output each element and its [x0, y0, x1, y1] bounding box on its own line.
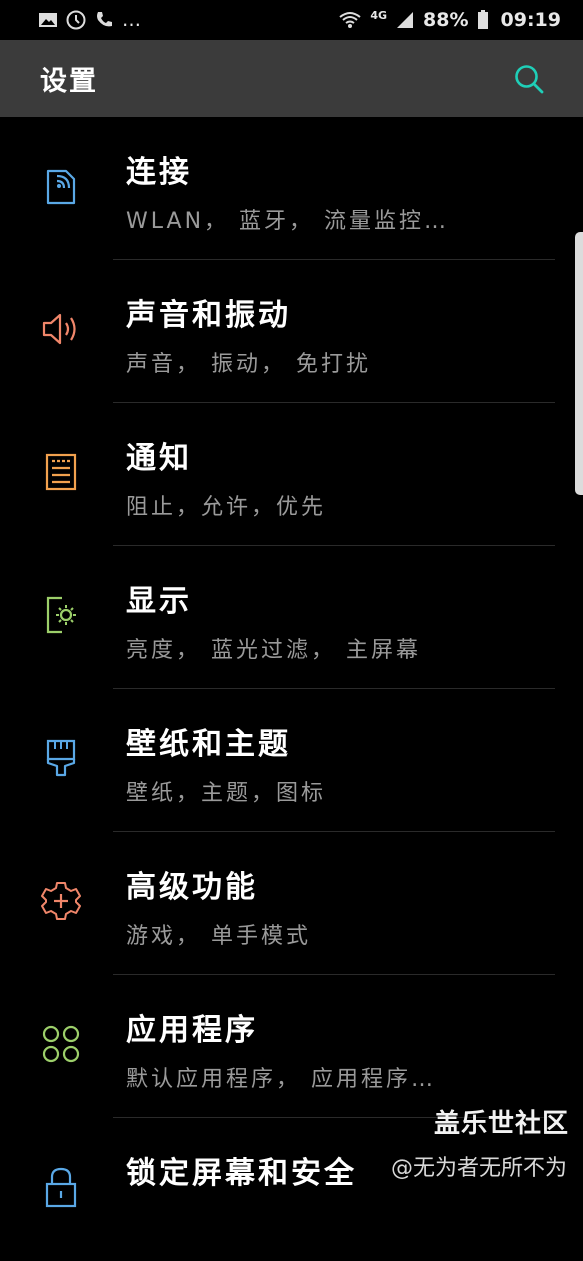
settings-item-subtitle: WLAN， 蓝牙， 流量监控… [126, 209, 450, 234]
settings-item-subtitle: 声音， 振动， 免打扰 [126, 352, 371, 377]
settings-item-title: 连接 [126, 155, 192, 190]
settings-item-title: 显示 [126, 584, 192, 619]
settings-item-subtitle: 阻止，允许，优先 [126, 495, 327, 520]
status-bar: … 4G 88% 09:19 [0, 0, 583, 40]
settings-item-title: 应用程序 [126, 1013, 258, 1048]
watermark-brand: 盖乐世社区 [433, 1109, 569, 1139]
settings-item-subtitle: 游戏， 单手模式 [126, 924, 311, 949]
settings-item-subtitle: 默认应用程序， 应用程序… [126, 1067, 436, 1092]
search-button[interactable] [509, 59, 549, 99]
page-title: 设置 [40, 66, 98, 97]
display-icon [46, 596, 76, 634]
speaker-icon [42, 313, 76, 345]
gear-plus-icon [41, 882, 81, 920]
battery-percent: 88% [423, 9, 469, 31]
cell-signal-icon [397, 12, 414, 28]
scroll-handle[interactable] [575, 232, 583, 495]
settings-item-subtitle: 壁纸，主题，图标 [126, 781, 327, 806]
app-header: 设置 [0, 40, 583, 117]
settings-item-sound[interactable]: 声音和振动 声音， 振动， 免打扰 [0, 260, 583, 403]
network-type: 4G [370, 8, 388, 22]
settings-item-apps[interactable]: 应用程序 默认应用程序， 应用程序… [0, 975, 583, 1118]
settings-item-connections[interactable]: 连接 WLAN， 蓝牙， 流量监控… [0, 117, 583, 260]
settings-item-title: 通知 [126, 441, 192, 476]
watermark-user: @无为者无所不为 [390, 1156, 567, 1181]
search-icon [515, 64, 544, 93]
settings-item-title: 高级功能 [126, 870, 258, 905]
settings-item-display[interactable]: 显示 亮度， 蓝光过滤， 主屏幕 [0, 546, 583, 689]
lock-icon [45, 1167, 77, 1208]
settings-item-title: 锁定屏幕和安全 [126, 1156, 357, 1191]
settings-item-notifications[interactable]: 通知 阻止，允许，优先 [0, 403, 583, 546]
status-left: … [38, 9, 141, 31]
phone-signal-icon [97, 12, 112, 27]
status-more: … [122, 9, 141, 31]
apps-grid-icon [42, 1025, 80, 1063]
status-time: 09:19 [500, 9, 561, 31]
image-icon [39, 13, 57, 27]
settings-item-advanced[interactable]: 高级功能 游戏， 单手模式 [0, 832, 583, 975]
paintbrush-icon [46, 739, 76, 777]
settings-item-wallpaper[interactable]: 壁纸和主题 壁纸，主题，图标 [0, 689, 583, 832]
wifi-icon [339, 12, 361, 28]
settings-item-title: 声音和振动 [126, 298, 291, 333]
notifications-icon [45, 453, 77, 491]
settings-item-title: 壁纸和主题 [126, 727, 291, 762]
settings-item-subtitle: 亮度， 蓝光过滤， 主屏幕 [126, 638, 421, 663]
connections-icon [46, 169, 76, 205]
clock-icon [66, 10, 86, 30]
settings-list: 连接 WLAN， 蓝牙， 流量监控… 声音和振动 声音， 振动， 免打扰 通知 … [0, 117, 583, 1261]
battery-icon [477, 10, 488, 29]
status-right: 4G 88% 09:19 [338, 9, 561, 31]
